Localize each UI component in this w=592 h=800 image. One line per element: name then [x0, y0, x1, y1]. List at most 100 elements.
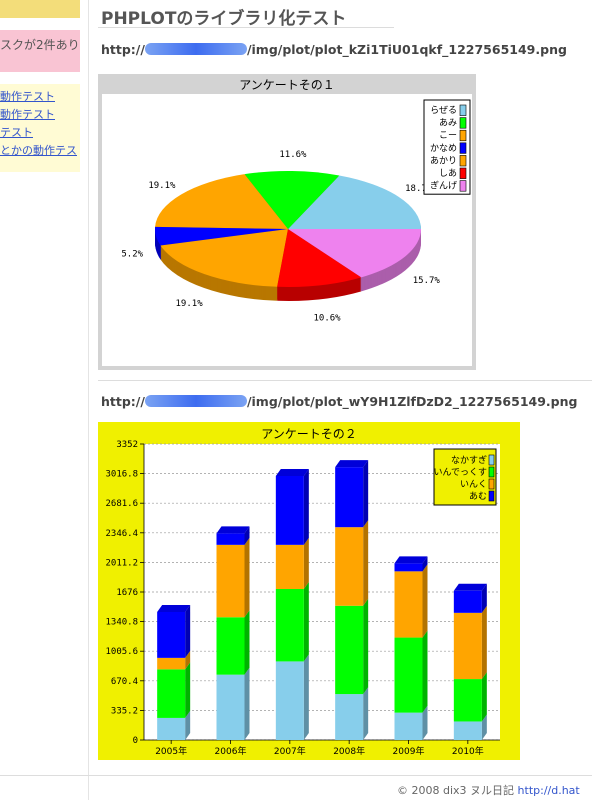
bar-segment-side: [244, 610, 250, 675]
footer-divider: [0, 775, 592, 776]
legend-swatch: [488, 454, 495, 466]
sidebar-link[interactable]: テスト: [0, 124, 80, 142]
pie-data-label: 10.6%: [313, 314, 341, 324]
legend-swatch: [459, 180, 467, 192]
y-tick-label: 1005.6: [105, 647, 138, 657]
bar-segment: [216, 674, 245, 740]
chart-title: アンケートその１: [239, 78, 335, 92]
x-tick-label: 2007年: [274, 745, 306, 757]
y-tick-label: 0: [133, 736, 138, 746]
bar-segment-side: [363, 520, 369, 606]
bar-segment: [453, 590, 482, 613]
bar-segment: [394, 563, 423, 572]
y-tick-label: 2681.6: [105, 499, 138, 509]
bar-chart-svg: アンケートその２ 0 335.2 670.4 1005.6 1340.8 1676 2011.…: [98, 422, 520, 760]
legend-swatch: [459, 117, 467, 129]
section-divider: [98, 380, 592, 381]
bar-segment-side: [303, 537, 309, 589]
bar-segment: [453, 679, 482, 722]
sidebar: スクが2件あり 動作テスト 動作テスト テスト とかの動作テス: [0, 0, 89, 800]
bar-segment: [394, 571, 423, 638]
sidebar-link[interactable]: 動作テスト: [0, 88, 80, 106]
bar-segment: [275, 544, 304, 589]
legend-swatch: [488, 490, 495, 502]
sidebar-link[interactable]: 動作テスト: [0, 106, 80, 124]
bar-segment: [157, 717, 186, 740]
legend-label: しあ: [439, 168, 457, 179]
x-tick-label: 2009年: [393, 745, 425, 757]
legend-label: ぎんげ: [430, 180, 457, 192]
legend-swatch: [459, 167, 467, 179]
task-alert[interactable]: スクが2件あり: [0, 30, 80, 72]
legend-swatch: [459, 104, 467, 116]
bar-segment: [335, 694, 364, 740]
x-tick-label: 2008年: [333, 745, 365, 757]
y-tick-label: 2011.2: [105, 558, 138, 568]
pie-data-label: 11.6%: [279, 150, 307, 160]
legend-swatch: [488, 466, 495, 478]
x-tick-label: 2010年: [452, 745, 484, 757]
x-tick-label: 2005年: [155, 745, 187, 757]
bar-segment-side: [363, 460, 369, 528]
y-tick-label: 670.4: [111, 677, 138, 687]
sidebar-link[interactable]: とかの動作テス: [0, 142, 80, 160]
bar-segment: [335, 605, 364, 695]
bar-segment: [157, 669, 186, 718]
bar-chart: アンケートその２ 0 335.2 670.4 1005.6 1340.8 1676 2011.…: [98, 422, 520, 760]
legend-swatch: [459, 155, 467, 167]
footer-link[interactable]: http://d.hat: [518, 784, 580, 797]
chart-title: アンケートその２: [261, 427, 357, 441]
url-suffix: /img/plot/plot_wY9H1ZlfDzD2_1227565149.p…: [246, 394, 578, 409]
bar-segment: [453, 721, 482, 740]
pie-data-label: 15.7%: [413, 276, 441, 286]
bar-segment: [275, 475, 304, 545]
bar-segment: [216, 617, 245, 675]
y-tick-label: 3016.8: [105, 470, 138, 480]
bar-segment-side: [422, 564, 428, 638]
url-suffix: /img/plot/plot_kZi1TiU01qkf_1227565149.p…: [246, 42, 567, 57]
legend-label: あかり: [430, 155, 457, 166]
pie-chart-svg: アンケートその１18.7%11.6%19.1%5.2%19.1%10.6%15.…: [98, 74, 476, 370]
page-title: PHPLOTのライブラリ化テスト: [101, 9, 347, 29]
image-url-2: http:// /img/plot/plot_wY9H1ZlfDzD2_12275…: [101, 394, 577, 409]
y-tick-label: 335.2: [111, 706, 138, 716]
bar-segment-side: [244, 667, 250, 740]
legend-label: かなめ: [430, 143, 457, 154]
bar-segment-side: [303, 581, 309, 662]
bar-segment: [394, 712, 423, 740]
bar-segment-side: [185, 662, 191, 718]
sidebar-links: 動作テスト 動作テスト テスト とかの動作テス: [0, 84, 80, 172]
bar-top: [453, 583, 487, 591]
bar-top: [335, 460, 369, 468]
bar-segment: [335, 527, 364, 606]
x-tick-label: 2006年: [215, 745, 247, 757]
bar-segment-side: [422, 630, 428, 713]
bar-segment-side: [244, 537, 250, 618]
legend-label: こー: [439, 131, 457, 141]
image-url-1: http:// /img/plot/plot_kZi1TiU01qkf_12275…: [101, 42, 567, 57]
bar-segment-side: [303, 468, 309, 545]
legend-label: らぜる: [430, 105, 457, 116]
legend-label: あむ: [469, 491, 487, 502]
sidebar-header-bar: [0, 0, 80, 18]
y-tick-label: 3352: [116, 440, 138, 450]
bar-segment: [335, 467, 364, 528]
legend-label: あみ: [439, 118, 457, 129]
y-tick-label: 1340.8: [105, 618, 138, 628]
pie-data-label: 19.1%: [176, 299, 204, 309]
bar-segment: [216, 544, 245, 618]
legend-label: いんでっくす: [433, 467, 487, 478]
bar-segment-side: [363, 687, 369, 740]
bar-segment: [157, 611, 186, 658]
bar-top: [394, 556, 428, 564]
bar-segment: [275, 661, 304, 740]
legend-label: いんく: [460, 479, 487, 490]
bar-segment: [216, 533, 245, 545]
bar-top: [157, 604, 191, 612]
y-tick-label: 1676: [116, 588, 138, 598]
legend-swatch: [459, 142, 467, 154]
bar-segment: [453, 612, 482, 680]
pie-data-label: 5.2%: [121, 250, 143, 260]
legend-label: なかすぎ: [451, 454, 487, 466]
bar-segment: [394, 637, 423, 713]
